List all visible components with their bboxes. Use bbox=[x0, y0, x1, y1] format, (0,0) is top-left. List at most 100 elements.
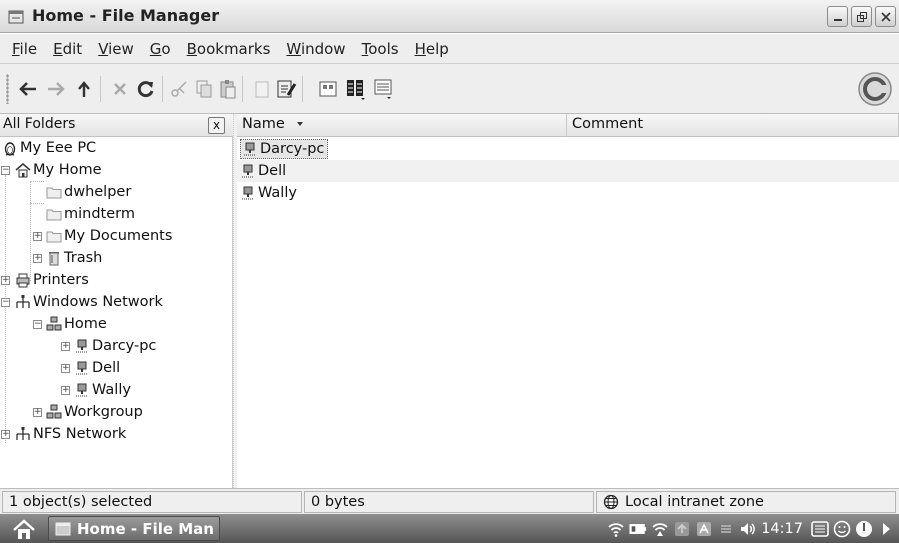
printer-icon bbox=[16, 273, 30, 288]
minimize-button[interactable] bbox=[827, 6, 848, 27]
tree-item-my-home[interactable]: My Home bbox=[15, 159, 102, 181]
expand-toggle[interactable]: + bbox=[61, 364, 70, 373]
window-menu-icon[interactable] bbox=[8, 9, 24, 25]
tray-disk[interactable] bbox=[717, 520, 735, 538]
tray-volume[interactable] bbox=[739, 520, 757, 538]
file-row-selection[interactable]: Darcy-pc bbox=[240, 139, 329, 159]
tray-wireless[interactable] bbox=[651, 520, 669, 538]
tree-item-windows-network[interactable]: Windows Network bbox=[15, 291, 163, 313]
cut-button[interactable] bbox=[168, 77, 192, 101]
forward-button[interactable] bbox=[44, 77, 68, 101]
file-row[interactable]: Darcy-pc bbox=[237, 138, 899, 160]
tree-item-label: Darcy-pc bbox=[92, 338, 157, 354]
copy-button[interactable] bbox=[192, 77, 216, 101]
folder-tree-close-button[interactable]: x bbox=[208, 117, 225, 134]
paste-button[interactable] bbox=[216, 77, 240, 101]
expand-toggle[interactable]: + bbox=[61, 386, 70, 395]
expand-toggle[interactable]: + bbox=[33, 408, 42, 417]
tree-item-wally[interactable]: Wally bbox=[74, 379, 131, 401]
menu-window[interactable]: Window bbox=[278, 40, 353, 58]
file-list-pane: Name Comment Darcy-pc Dell Wally bbox=[237, 114, 899, 488]
toolbar-grip[interactable] bbox=[6, 74, 9, 104]
file-row[interactable]: Dell bbox=[237, 160, 899, 182]
folder-tree-pane: All Folders x My Eee PC − My Home dwhelp… bbox=[0, 114, 233, 488]
menu-tools[interactable]: Tools bbox=[354, 40, 407, 58]
expand-toggle[interactable]: + bbox=[33, 232, 42, 241]
window-title: Home - File Manager bbox=[32, 6, 220, 25]
tree-item-home-workgroup[interactable]: Home bbox=[46, 313, 107, 335]
tree-item-dwhelper[interactable]: dwhelper bbox=[46, 181, 131, 203]
tree-item-my-documents[interactable]: My Documents bbox=[46, 225, 172, 247]
reload-button[interactable] bbox=[134, 77, 158, 101]
smiley-icon bbox=[833, 520, 851, 537]
power-icon bbox=[856, 520, 872, 537]
tree-item-workgroup[interactable]: Workgroup bbox=[46, 401, 143, 423]
folder-tree-title: All Folders bbox=[3, 116, 76, 132]
taskbar: Home - File Man 14:17 bbox=[0, 514, 899, 543]
wireless-icon bbox=[652, 522, 668, 536]
properties-icon bbox=[277, 80, 297, 98]
menu-view[interactable]: View bbox=[90, 40, 142, 58]
battery-icon bbox=[629, 523, 647, 534]
up-button[interactable] bbox=[72, 77, 96, 101]
disk-icon bbox=[721, 524, 732, 533]
tray-language[interactable] bbox=[695, 520, 713, 538]
column-header-name[interactable]: Name bbox=[237, 114, 567, 137]
stop-button[interactable] bbox=[108, 77, 132, 101]
menu-edit[interactable]: Edit bbox=[45, 40, 90, 58]
expand-toggle[interactable]: + bbox=[61, 342, 70, 351]
keyboard-layout-icon bbox=[697, 521, 712, 536]
column-header-comment[interactable]: Comment bbox=[567, 114, 899, 137]
computer-icon bbox=[242, 186, 254, 200]
menu-go[interactable]: Go bbox=[142, 40, 179, 58]
tree-guide bbox=[30, 203, 44, 204]
tree-item-mindterm[interactable]: mindterm bbox=[46, 203, 135, 225]
close-button[interactable] bbox=[875, 6, 896, 27]
file-name: Wally bbox=[258, 185, 297, 201]
network-icon bbox=[16, 295, 30, 308]
menu-bookmarks[interactable]: Bookmarks bbox=[179, 40, 279, 58]
tray-expand[interactable] bbox=[877, 520, 895, 538]
delete-icon bbox=[255, 81, 269, 98]
menu-file[interactable]: File bbox=[4, 40, 45, 58]
tree-item-nfs-network[interactable]: NFS Network bbox=[15, 423, 126, 445]
forward-icon bbox=[48, 82, 65, 96]
tray-battery[interactable] bbox=[629, 520, 647, 538]
tray-network-status[interactable] bbox=[607, 520, 625, 538]
globe-icon bbox=[603, 494, 619, 510]
back-button[interactable] bbox=[16, 77, 40, 101]
expand-toggle[interactable]: + bbox=[33, 254, 42, 263]
tree-item-printers[interactable]: Printers bbox=[15, 269, 89, 291]
tree-item-dell[interactable]: Dell bbox=[74, 357, 120, 379]
up-icon bbox=[78, 81, 90, 97]
status-zone-label: Local intranet zone bbox=[625, 494, 764, 510]
tree-item-darcy-pc[interactable]: Darcy-pc bbox=[74, 335, 156, 357]
menu-help[interactable]: Help bbox=[407, 40, 457, 58]
paste-icon bbox=[220, 80, 236, 99]
tray-updates[interactable] bbox=[673, 520, 691, 538]
list-view-button[interactable] bbox=[372, 77, 396, 101]
icon-view-button[interactable] bbox=[316, 77, 340, 101]
tray-display[interactable] bbox=[811, 520, 829, 538]
collapse-toggle[interactable]: − bbox=[1, 166, 10, 175]
taskbar-window-button[interactable]: Home - File Man bbox=[48, 516, 220, 541]
toolbar bbox=[0, 64, 899, 114]
linux-penguin-icon bbox=[4, 142, 16, 156]
file-manager-window: Home - File Manager File Edit View Go Bo… bbox=[0, 0, 899, 543]
tray-user[interactable] bbox=[833, 520, 851, 538]
tree-item-trash[interactable]: Trash bbox=[46, 247, 102, 269]
delete-button[interactable] bbox=[250, 77, 274, 101]
maximize-button[interactable] bbox=[851, 6, 872, 27]
collapse-toggle[interactable]: − bbox=[1, 298, 10, 307]
clock[interactable]: 14:17 bbox=[761, 521, 803, 537]
detail-view-button[interactable] bbox=[344, 77, 368, 101]
home-start-icon[interactable] bbox=[8, 517, 40, 541]
file-row[interactable]: Wally bbox=[237, 182, 899, 204]
tree-item-my-eee-pc[interactable]: My Eee PC bbox=[2, 137, 96, 159]
title-bar[interactable]: Home - File Manager bbox=[0, 0, 899, 33]
expand-toggle[interactable]: + bbox=[1, 430, 10, 439]
expand-toggle[interactable]: + bbox=[1, 276, 10, 285]
tray-power[interactable] bbox=[855, 520, 873, 538]
properties-button[interactable] bbox=[274, 77, 298, 101]
collapse-toggle[interactable]: − bbox=[33, 320, 42, 329]
